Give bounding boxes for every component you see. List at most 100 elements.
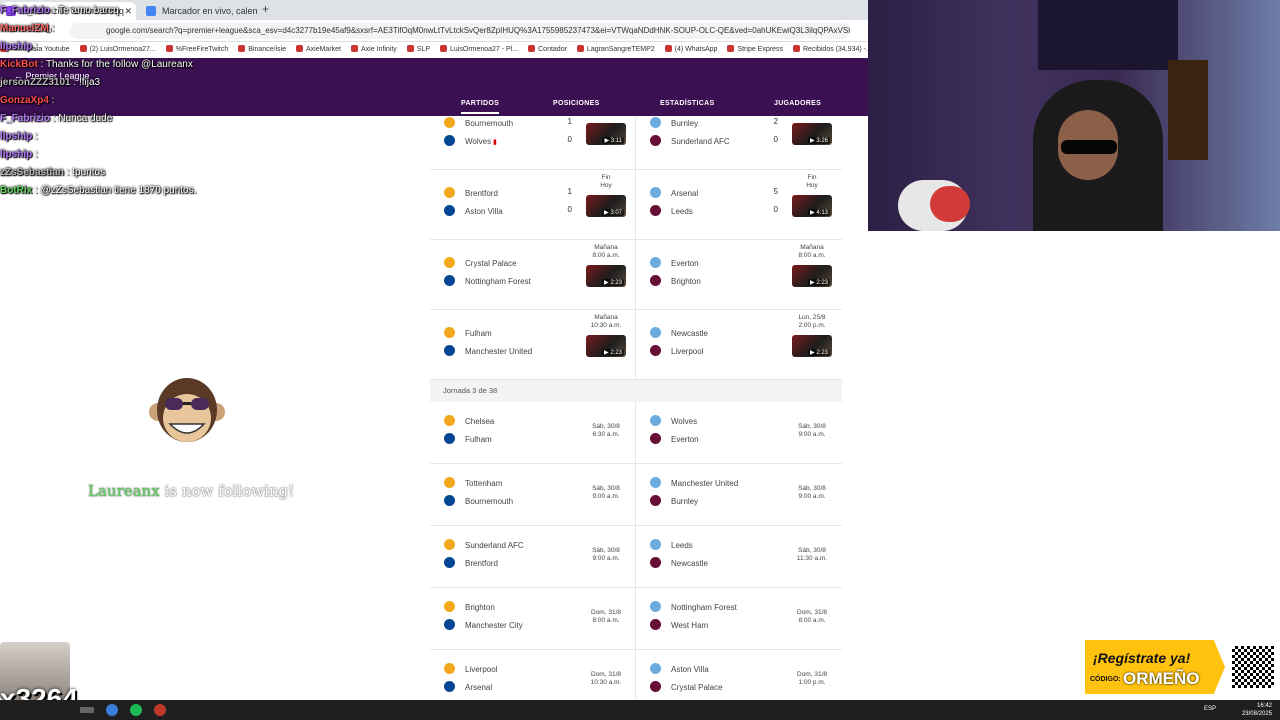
bookmark-item[interactable]: (4) WhatsApp	[664, 42, 717, 58]
webcam-feed	[868, 0, 1280, 231]
highlight-video-thumbnail[interactable]: ▶ 3:26	[792, 123, 832, 145]
status-line: Sáb, 30/8	[798, 547, 826, 554]
match-card[interactable]: Sunderland AFC Brentford Sáb, 30/8 9:00 a.m…	[430, 526, 636, 587]
home-team: Leeds	[650, 539, 693, 551]
match-status: Dom, 31/8 8:00 a.m.	[580, 609, 632, 625]
tab-jugadores[interactable]: JUGADORES	[774, 100, 821, 107]
match-status: Dom, 31/8 10:30 a.m.	[580, 671, 632, 687]
highlight-video-thumbnail[interactable]: ▶ 2:23	[586, 335, 626, 357]
team-crest-icon	[650, 205, 661, 216]
bookmark-icon	[351, 45, 358, 52]
bookmark-item[interactable]: Contador	[528, 42, 567, 58]
match-status: Mañana 8:00 a.m.	[786, 244, 838, 260]
tab-estadisticas[interactable]: ESTADÍSTICAS	[660, 100, 714, 107]
taskview-icon[interactable]	[80, 707, 94, 713]
match-status: Lun, 25/8 2:00 p.m.	[786, 314, 838, 330]
team-name: Brighton	[465, 603, 495, 612]
home-team: Nottingham Forest	[650, 601, 737, 613]
team-name: Fulham	[465, 435, 492, 444]
status-line: Mañana	[800, 244, 824, 251]
tab-posiciones[interactable]: POSICIONES	[553, 100, 600, 107]
match-card[interactable]: Aston Villa Crystal Palace Dom, 31/8 1:00 p…	[636, 650, 842, 700]
home-team: Everton	[650, 257, 699, 269]
chat-message: zZsSebastian : !puntos	[0, 164, 330, 182]
match-card[interactable]: Manchester United Burnley Sáb, 30/8 9:00 a.…	[636, 464, 842, 525]
team-name: Newcastle	[671, 559, 708, 568]
match-card[interactable]: Arsenal Leeds 5 0 Fin Hoy ▶ 4:13	[636, 170, 842, 239]
stream-chat-overlay: F_Fabrizio : Te amo barcq ManuelZM : lips…	[0, 2, 330, 200]
home-team: Chelsea	[444, 415, 494, 427]
chrome-icon[interactable]	[106, 704, 118, 716]
status-line: 1:00 p.m.	[798, 679, 826, 686]
bookmark-icon	[440, 45, 448, 52]
bookmark-item[interactable]: LagranSangreTEMP2	[576, 42, 655, 58]
obs-icon[interactable]	[154, 704, 166, 716]
team-crest-icon	[444, 663, 455, 674]
bookmark-item[interactable]: Stripe Express	[727, 42, 783, 58]
highlight-video-thumbnail[interactable]: ▶ 3:07	[586, 195, 626, 217]
team-crest-icon	[444, 495, 455, 506]
team-crest-icon	[444, 187, 455, 198]
away-score: 0	[567, 135, 572, 144]
team-name: Brentford	[465, 189, 498, 198]
fixture-row: Tottenham Bournemouth Sáb, 30/8 9:00 a.m. Ma…	[430, 464, 842, 526]
away-team: Brentford	[444, 557, 498, 569]
chat-message: lipship :	[0, 146, 330, 164]
match-status: Sáb, 30/8 9:00 a.m.	[786, 423, 838, 439]
match-card[interactable]: Tottenham Bournemouth Sáb, 30/8 9:00 a.m.	[430, 464, 636, 525]
match-status: Dom, 31/8 1:00 p.m.	[786, 671, 838, 687]
language-indicator[interactable]: ESP	[1204, 706, 1216, 712]
match-card[interactable]: Liverpool Arsenal Dom, 31/8 10:30 a.m.	[430, 650, 636, 700]
fixture-row: Sunderland AFC Brentford Sáb, 30/8 9:00 a.m…	[430, 526, 842, 588]
match-card[interactable]: BurnleySunderland AFC20Hoy▶ 3:26	[636, 116, 842, 169]
spotify-icon[interactable]	[130, 704, 142, 716]
highlight-video-thumbnail[interactable]: ▶ 3:11	[586, 123, 626, 145]
team-name: Arsenal	[671, 189, 699, 198]
video-duration: ▶ 2:23	[808, 279, 830, 286]
status-line: 9:00 a.m.	[592, 493, 620, 500]
match-card[interactable]: Chelsea Fulham Sáb, 30/8 6:30 a.m.	[430, 402, 636, 463]
match-card[interactable]: Brighton Manchester City Dom, 31/8 8:00 a.m…	[430, 588, 636, 649]
team-crest-icon	[444, 205, 455, 216]
match-card[interactable]: Leeds Newcastle Sáb, 30/8 11:30 a.m.	[636, 526, 842, 587]
home-score: 1	[567, 117, 572, 126]
match-card[interactable]: Nottingham Forest West Ham Dom, 31/8 8:00 a…	[636, 588, 842, 649]
chat-message: jersonZZZ3101 : !fija3	[0, 74, 330, 92]
match-card[interactable]: Brentford Aston Villa 1 0 Fin Hoy ▶ 3:07	[430, 170, 636, 239]
fixture-row: Brighton Manchester City Dom, 31/8 8:00 a.m…	[430, 588, 842, 650]
status-line: 6:30 a.m.	[592, 431, 620, 438]
highlight-video-thumbnail[interactable]: ▶ 2:23	[792, 265, 832, 287]
bookmark-item[interactable]: Axie Infinity	[351, 42, 397, 58]
tab-partidos[interactable]: PARTIDOS	[461, 100, 500, 114]
match-card[interactable]: Fulham Manchester United Mañana 10:30 a.m. ▶…	[430, 310, 636, 379]
away-team: Nottingham Forest	[444, 275, 531, 287]
promo-banner: ¡Regístrate ya! CÓDIGO: ORMEÑO	[1085, 640, 1225, 694]
highlight-video-thumbnail[interactable]: ▶ 4:13	[792, 195, 832, 217]
chat-separator: :	[63, 167, 73, 178]
team-name: Wolves	[465, 137, 492, 146]
clock[interactable]: 16:42 23/08/2025	[1242, 702, 1272, 718]
match-card[interactable]: Everton Brighton Mañana 8:00 a.m. ▶ 2:23	[636, 240, 842, 309]
team-name: Crystal Palace	[465, 259, 517, 268]
chat-username: jersonZZZ3101	[0, 77, 71, 88]
bookmark-item[interactable]: Recibidos (34,934) -...	[792, 42, 868, 58]
highlight-video-thumbnail[interactable]: ▶ 2:23	[792, 335, 832, 357]
match-card[interactable]: BournemouthWolves ▮10Hoy▶ 3:11	[430, 116, 636, 169]
team-crest-icon	[444, 415, 455, 426]
match-card[interactable]: Crystal Palace Nottingham Forest Mañana 8:0…	[430, 240, 636, 309]
match-card[interactable]: Newcastle Liverpool Lun, 25/8 2:00 p.m. ▶ 2:…	[636, 310, 842, 379]
status-line: 8:00 a.m.	[592, 617, 620, 624]
fixture-row: Brentford Aston Villa 1 0 Fin Hoy ▶ 3:07 Arsena…	[430, 170, 842, 240]
status-line: Fin	[601, 174, 611, 181]
bookmark-item[interactable]: SLP	[406, 42, 430, 58]
team-crest-icon	[650, 539, 661, 550]
away-team: Bournemouth	[444, 495, 513, 507]
windows-taskbar: ESP 16:42 23/08/2025	[0, 700, 1280, 720]
fixture-row: Crystal Palace Nottingham Forest Mañana 8:0…	[430, 240, 842, 310]
match-card[interactable]: Wolves Everton Sáb, 30/8 9:00 a.m.	[636, 402, 842, 463]
chat-message: F_Fabrizio : Te amo barcq	[0, 2, 330, 20]
follow-alert-text: is now following!	[164, 482, 295, 500]
home-score: 5	[773, 187, 778, 196]
highlight-video-thumbnail[interactable]: ▶ 2:23	[586, 265, 626, 287]
bookmark-item[interactable]: LuisOrmenoa27 - Pl...	[440, 42, 518, 58]
